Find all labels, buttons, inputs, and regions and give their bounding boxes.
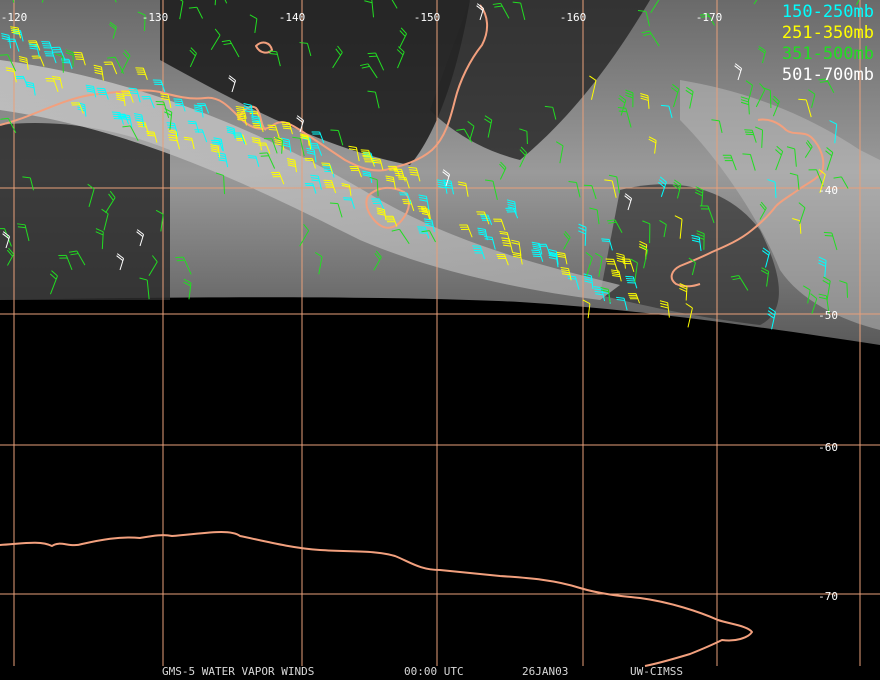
latitude-label: -40: [818, 184, 838, 197]
footer-source: UW-CIMSS: [630, 665, 683, 678]
legend-item-150-250: 150-250mb: [781, 2, 874, 22]
legend-item-251-350: 251-350mb: [781, 23, 874, 43]
longitude-label: -140: [279, 11, 306, 24]
longitude-label: -130: [142, 11, 169, 24]
dry-region-west: [0, 122, 170, 300]
footer-product: GMS-5 WATER VAPOR WINDS: [162, 665, 315, 678]
pressure-legend: 150-250mb 251-350mb 351-500mb 501-700mb: [782, 2, 874, 86]
footer-time: 00:00 UTC: [404, 665, 464, 678]
footer-caption: GMS-5 WATER VAPOR WINDS 00:00 UTC 26JAN0…: [0, 664, 880, 680]
coastline: [0, 531, 753, 667]
longitude-label: -160: [560, 11, 587, 24]
footer-date: 26JAN03: [522, 665, 569, 678]
longitude-label: -150: [414, 11, 441, 24]
latitude-label: -70: [818, 590, 838, 603]
map-canvas: -120 -130 -140 -150 -160 -170 -40 -50 -60 -70: [0, 0, 880, 667]
longitude-label: -170: [696, 11, 723, 24]
longitude-label: -120: [1, 11, 28, 24]
legend-item-501-700: 501-700mb: [781, 65, 874, 85]
latitude-label: -50: [818, 309, 838, 322]
latitude-label: -60: [818, 441, 838, 454]
satellite-wind-map: -120 -130 -140 -150 -160 -170 -40 -50 -60 -70 150…: [0, 0, 880, 680]
legend-item-351-500: 351-500mb: [781, 44, 874, 64]
